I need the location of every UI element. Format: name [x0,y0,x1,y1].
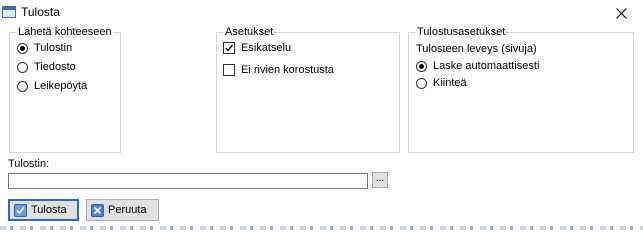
radio-fixed-width-indicator[interactable] [416,77,427,89]
checkbox-preview-label: Esikatselu [241,42,292,54]
print-button-label: Tulosta [31,204,67,216]
radio-auto-width[interactable]: Laske automaattisesti [416,58,539,74]
checkbox-preview[interactable]: Esikatselu [223,40,291,56]
radio-file[interactable]: Tiedosto [17,59,76,75]
window-title: Tulosta [21,5,60,19]
print-button[interactable]: Tulosta [8,199,79,221]
radio-fixed-width[interactable]: Kiinteä [416,75,467,91]
browse-printer-button[interactable]: ... [372,172,388,188]
close-button[interactable] [600,0,643,26]
radio-file-label: Tiedosto [34,61,76,73]
radio-printer-label: Tulostin [34,42,73,54]
print-check-icon [14,203,27,217]
radio-printer-indicator[interactable] [17,42,28,54]
cancel-button-label: Peruuta [108,204,147,216]
radio-clipboard-label: Leikepöytä [34,80,88,92]
printer-input[interactable] [8,173,368,189]
underlying-window-strip [0,226,643,230]
print-width-label: Tulosteen leveys (sivuja) [416,43,537,55]
radio-clipboard-indicator[interactable] [17,80,28,92]
destination-group-label: Lähetä kohteeseen [17,25,113,39]
radio-printer[interactable]: Tulostin [17,40,72,56]
cancel-x-icon [91,203,104,217]
radio-file-indicator[interactable] [17,61,28,73]
checkbox-no-row-highlight[interactable]: Ei rivien korostusta [223,62,334,78]
close-icon [616,7,627,19]
title-bar: Tulosta [0,0,643,26]
checkmark-icon [225,44,234,52]
printer-label: Tulostin: [8,158,50,170]
cancel-button[interactable]: Peruuta [86,199,159,221]
checkbox-no-row-highlight-box[interactable] [223,64,235,76]
radio-fixed-width-label: Kiinteä [433,77,467,89]
radio-clipboard[interactable]: Leikepöytä [17,78,87,94]
window-icon [2,6,16,18]
checkbox-no-row-highlight-label: Ei rivien korostusta [241,64,334,76]
print-settings-group-label: Tulostusasetukset [416,25,507,39]
radio-auto-width-indicator[interactable] [416,60,427,72]
checkbox-preview-box[interactable] [223,42,235,54]
settings-group-label: Asetukset [224,25,275,39]
radio-auto-width-label: Laske automaattisesti [433,60,540,72]
